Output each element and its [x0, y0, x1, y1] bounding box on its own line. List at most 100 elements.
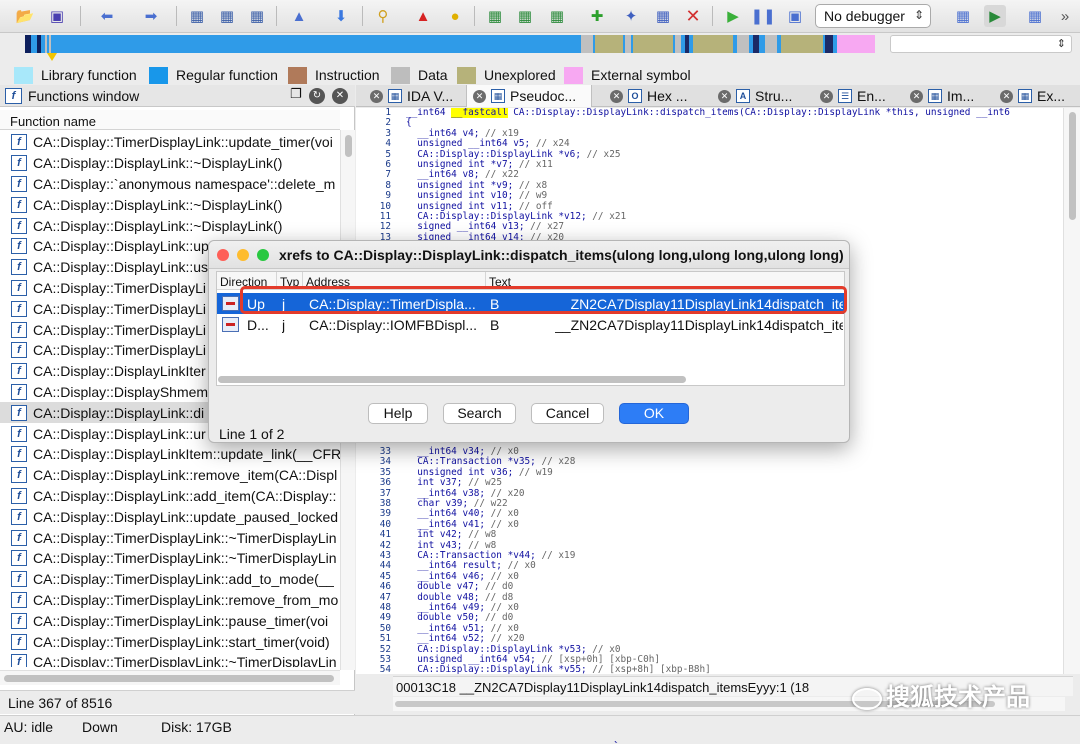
close-icon[interactable]: ✕	[820, 89, 833, 103]
pseudocode-vscrollbar[interactable]	[1063, 108, 1080, 674]
pseudocode-line[interactable]: 1 __int64 __fastcall CA::Display::Display…	[356, 108, 1010, 118]
function-name: CA::Display::TimerDisplayLink::start_tim…	[33, 633, 330, 650]
process-icon[interactable]: ▶	[984, 5, 1006, 27]
code-text: {	[406, 117, 412, 129]
xref-instruction: B	[490, 317, 500, 333]
close-window-button[interactable]	[217, 249, 229, 261]
function-list-item[interactable]: f CA::Display::TimerDisplayLink::~TimerDi…	[0, 652, 340, 667]
function-list-item[interactable]: f CA::Display::DisplayLink::remove_item(C…	[0, 465, 340, 486]
tab-ida-view[interactable]: ✕ ▦ IDA V...	[364, 85, 453, 107]
function-name: CA::Display::DisplayLinkIter	[33, 363, 206, 380]
debugger-select[interactable]: No debugger ⇕	[815, 4, 931, 28]
function-icon: f	[11, 238, 27, 255]
function-name: CA::Display::TimerDisplayLi	[33, 342, 206, 359]
code-text: __int64 result;	[406, 560, 502, 572]
function-list-item[interactable]: f CA::Display::TimerDisplayLink::pause_ti…	[0, 610, 340, 631]
segment-select[interactable]: ⇕	[890, 35, 1072, 53]
graph-icon[interactable]: ▦	[484, 5, 506, 27]
pause-icon[interactable]: ❚❚	[750, 5, 775, 27]
run-icon[interactable]: ▶	[722, 5, 744, 27]
highlighted-token: __fastcall	[451, 108, 508, 118]
function-name-column-header[interactable]: Function name	[0, 110, 340, 130]
close-icon[interactable]: ✕	[718, 89, 731, 103]
function-icon: f	[11, 383, 27, 400]
tab-imports[interactable]: ✕ ▦ Im...	[904, 85, 974, 107]
float-icon[interactable]: ↻	[309, 88, 325, 104]
code-text: unsigned int *v7;	[406, 159, 514, 170]
functions-window-status: Line 367 of 8516	[0, 690, 355, 714]
function-list-item[interactable]: f CA::Display::TimerDisplayLink::remove_f…	[0, 590, 340, 611]
cancel-button[interactable]: Cancel	[531, 403, 604, 424]
search-text-icon[interactable]: ⚲	[372, 5, 394, 27]
close-icon[interactable]: ✕	[332, 88, 348, 104]
function-list-item[interactable]: f CA::Display::TimerDisplayLink::update_t…	[0, 132, 340, 153]
down-icon[interactable]: ⬇	[330, 5, 352, 27]
search-immediate-icon[interactable]: ●	[444, 5, 466, 27]
function-list-item[interactable]: f CA::Display::TimerDisplayLink::start_ti…	[0, 631, 340, 652]
function-list-item[interactable]: f CA::Display::TimerDisplayLink::~TimerDi…	[0, 527, 340, 548]
function-list-item[interactable]: f CA::Display::DisplayLink::update_paused…	[0, 506, 340, 527]
tab-enums[interactable]: ✕ ☰ En...	[814, 85, 886, 107]
code-comment: // x8	[513, 179, 548, 191]
function-list-hscrollbar[interactable]	[0, 670, 340, 685]
function-list-item[interactable]: f CA::Display::`anonymous namespace'::del…	[0, 174, 340, 195]
restore-icon[interactable]: ❐	[290, 86, 302, 102]
hex-icon[interactable]: ▦	[514, 5, 536, 27]
function-list-item[interactable]: f CA::Display::DisplayLink::~DisplayLink(…	[0, 215, 340, 236]
search-button[interactable]: Search	[443, 403, 516, 424]
tab-pseudocode[interactable]: ✕ ▦ Pseudoc...	[466, 85, 592, 107]
function-name: CA::Display::DisplayLink::update_paused_…	[33, 508, 339, 525]
navigation-bar[interactable]	[25, 35, 875, 53]
zoom-window-button[interactable]	[257, 249, 269, 261]
undefine-icon[interactable]: ▦	[246, 5, 268, 27]
search-binary-icon[interactable]: ▲	[412, 5, 434, 27]
open-icon[interactable]: 📂	[14, 5, 36, 27]
xrefs-hscrollbar[interactable]	[216, 375, 843, 385]
debug-icon[interactable]: ▦	[652, 5, 674, 27]
tab-structures[interactable]: ✕ A Stru...	[712, 85, 792, 107]
forward-icon[interactable]: ➡	[140, 5, 162, 27]
code-comment: // x0	[485, 518, 519, 530]
options-icon[interactable]: ▦	[1024, 5, 1046, 27]
function-list-item[interactable]: f CA::Display::DisplayLink::~DisplayLink(…	[0, 153, 340, 174]
close-icon[interactable]: ✕	[1000, 89, 1013, 103]
close-icon[interactable]: ✕	[910, 89, 923, 103]
pseudocode-line[interactable]: 2{	[356, 117, 412, 129]
function-icon: f	[11, 529, 27, 546]
function-name: CA::Display::TimerDisplayLink::pause_tim…	[33, 612, 329, 629]
back-icon[interactable]: ⬅	[96, 5, 118, 27]
close-icon[interactable]: ✕	[610, 89, 623, 103]
help-button[interactable]: Help	[368, 403, 428, 424]
xref-direction: D...	[247, 317, 269, 333]
ok-button[interactable]: OK	[619, 403, 689, 424]
attach-icon[interactable]: ▦	[952, 5, 974, 27]
function-list-item[interactable]: f CA::Display::TimerDisplayLink::add_to_m…	[0, 569, 340, 590]
xref-row[interactable]: D... j CA::Display::IOMFBDispl... B __ZN…	[217, 314, 844, 335]
data-icon[interactable]: ▦	[216, 5, 238, 27]
step-icon[interactable]: ▣	[784, 5, 806, 27]
tab-exports[interactable]: ✕ ▦ Ex...	[994, 85, 1065, 107]
close-icon[interactable]: ✕	[370, 89, 383, 103]
function-list-item[interactable]: f CA::Display::TimerDisplayLink::~TimerDi…	[0, 548, 340, 569]
add-icon[interactable]: ✚	[586, 5, 608, 27]
function-list-item[interactable]: f CA::Display::DisplayLinkItem::update_li…	[0, 444, 340, 465]
pseudocode-line[interactable]: 54 CA::Display::DisplayLink *v55; // [xs…	[356, 664, 711, 674]
function-list-item[interactable]: f CA::Display::DisplayLink::add_item(CA::…	[0, 486, 340, 507]
more-icon[interactable]: »	[1054, 5, 1076, 27]
patch-icon[interactable]: ✦	[620, 5, 642, 27]
close-icon[interactable]: ✕	[473, 89, 486, 103]
function-icon: f	[11, 321, 27, 338]
function-name: CA::Display::TimerDisplayLink::~TimerDis…	[33, 529, 337, 546]
function-list-item[interactable]: f CA::Display::DisplayLink::~DisplayLink(…	[0, 194, 340, 215]
disk-status: Disk: 17GB	[161, 719, 232, 735]
save-icon[interactable]: ▣	[46, 5, 68, 27]
debugger-select-value: No debugger	[824, 8, 905, 24]
code-text: char v39;	[406, 498, 469, 509]
jump-icon[interactable]: ▲	[288, 5, 310, 27]
minimize-window-button[interactable]	[237, 249, 249, 261]
code-text: unsigned int v36;	[406, 466, 514, 478]
code-icon[interactable]: ▦	[186, 5, 208, 27]
stop-icon[interactable]: ✕	[682, 5, 704, 27]
struct-icon[interactable]: ▦	[546, 5, 568, 27]
tab-hex[interactable]: ✕ O Hex ...	[604, 85, 687, 107]
